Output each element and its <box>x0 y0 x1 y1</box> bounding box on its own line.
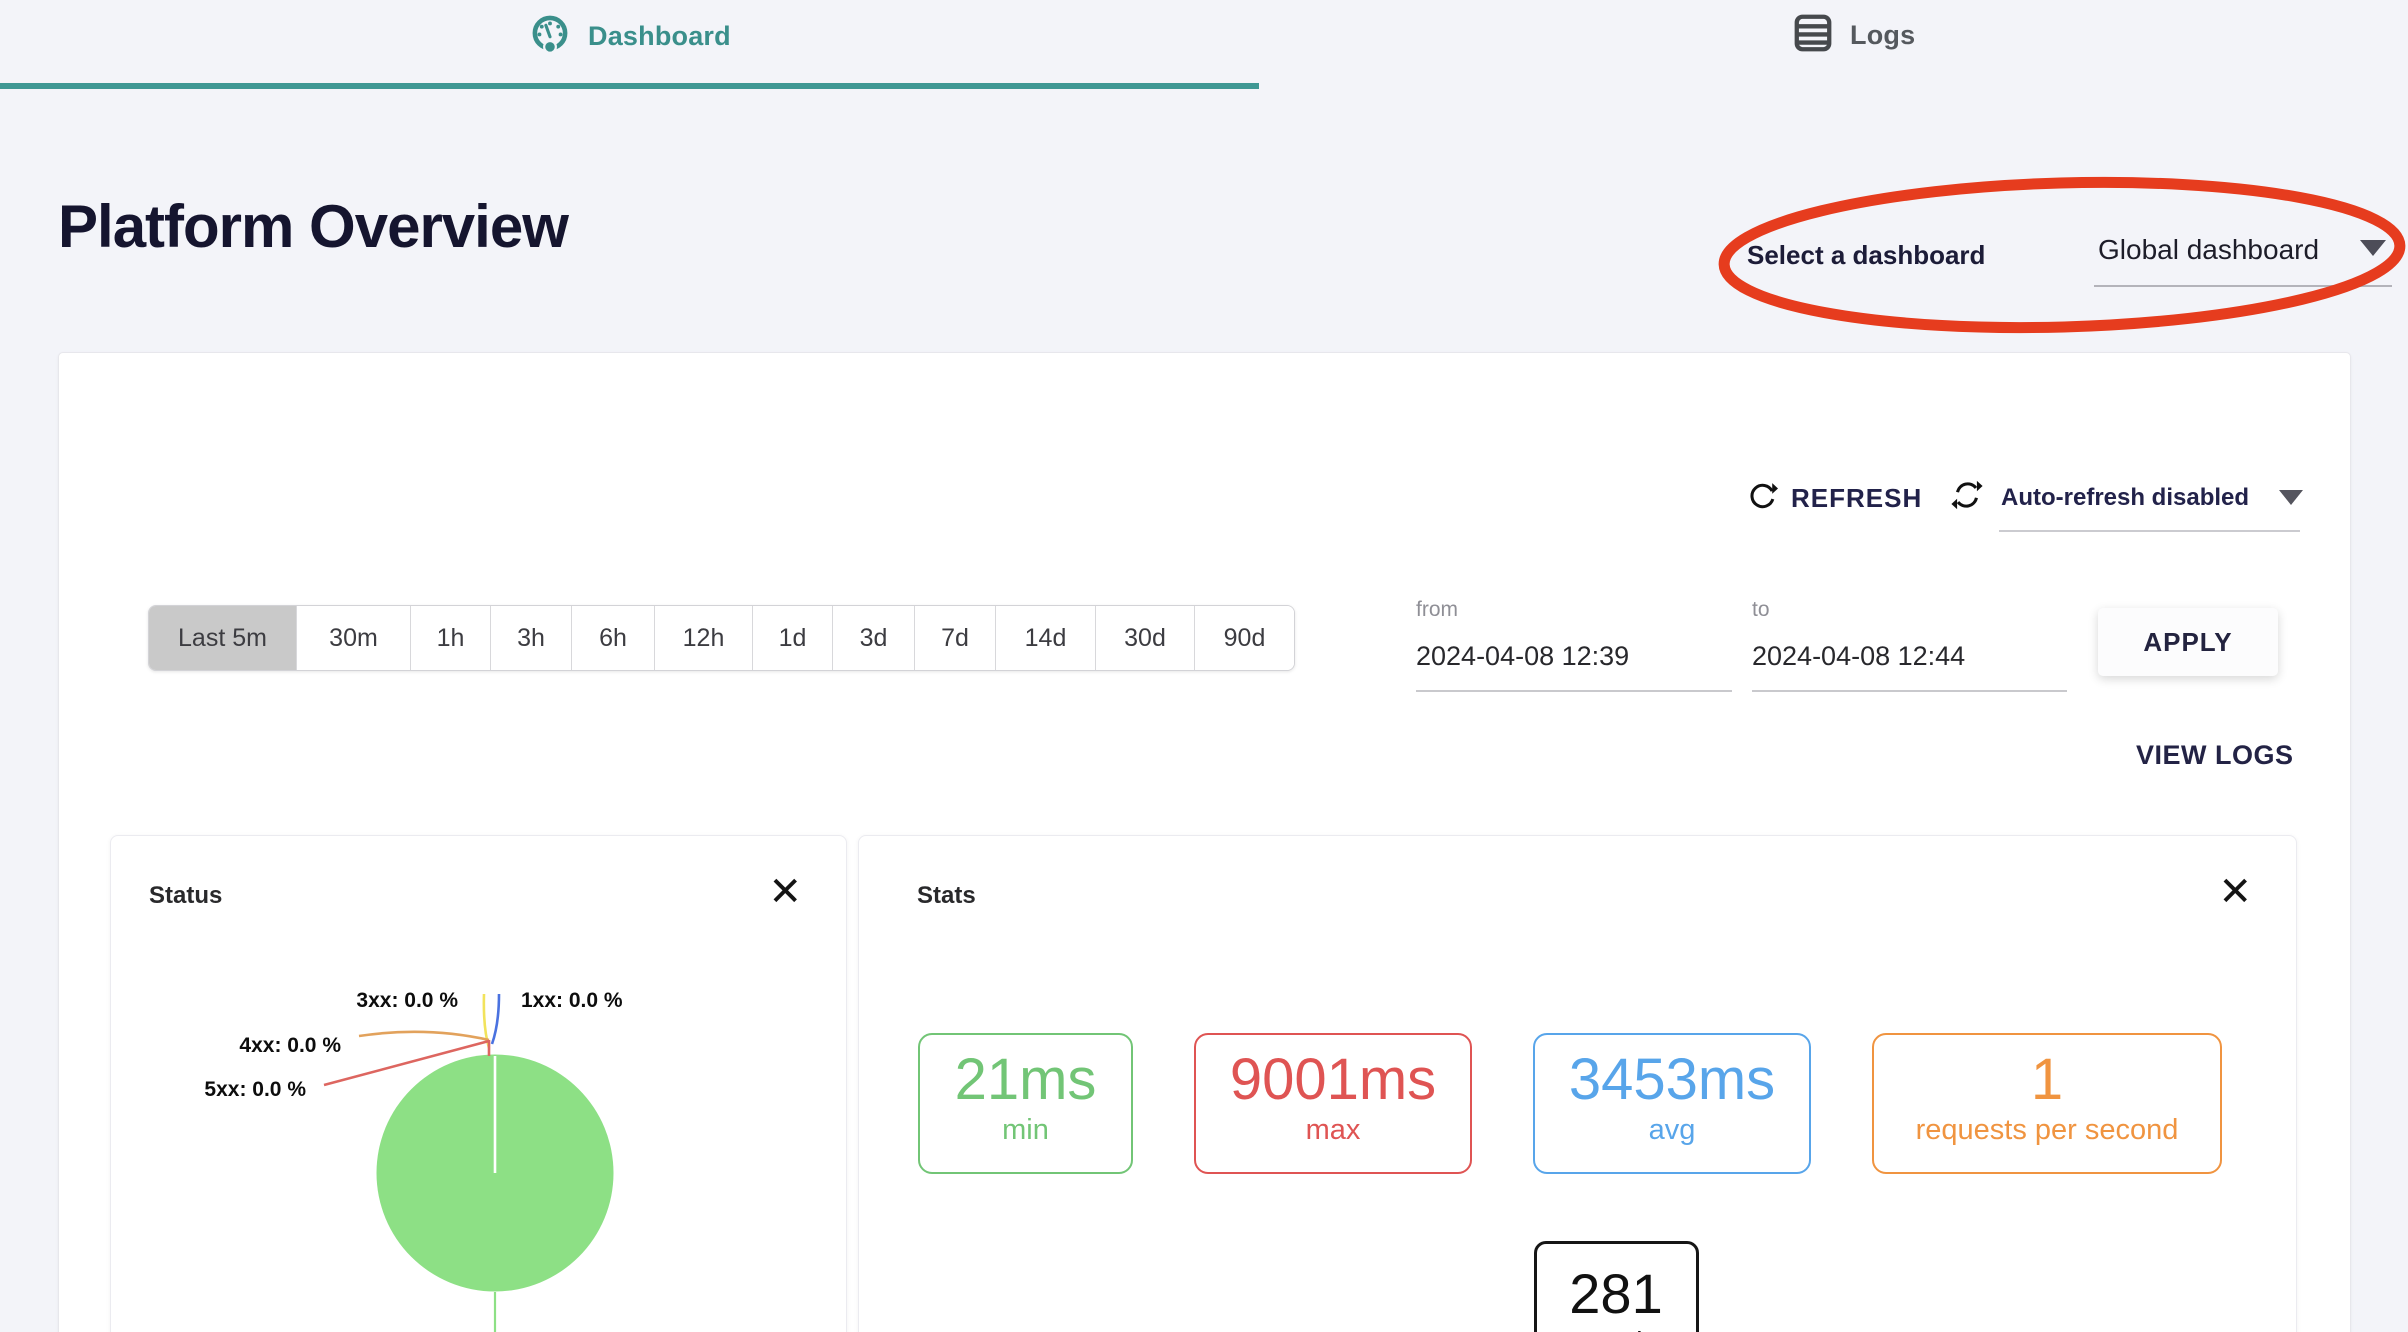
pie-label-3xx: 3xx: 0.0 % <box>356 989 458 1012</box>
view-logs-link[interactable]: VIEW LOGS <box>2136 740 2294 771</box>
auto-refresh-icon <box>1950 478 1984 517</box>
pie-label-line-4xx <box>359 1032 489 1040</box>
refresh-icon <box>1746 480 1778 517</box>
to-label: to <box>1752 598 2067 622</box>
pie-label-line-1xx <box>492 994 499 1044</box>
range-button-1h[interactable]: 1h <box>411 606 491 670</box>
status-pie-chart: 3xx: 0.0 % 1xx: 0.0 % 4xx: 0.0 % 5xx: 0.… <box>111 836 848 1332</box>
range-button-30m[interactable]: 30m <box>297 606 411 670</box>
status-card: Status ✕ 3xx: 0.0 % 1xx: 0.0 % 4xx: 0.0 … <box>110 835 847 1332</box>
from-value[interactable]: 2024-04-08 12:39 <box>1416 640 1732 672</box>
auto-refresh-select[interactable]: Auto-refresh disabled <box>1950 478 2303 517</box>
pie-label-4xx: 4xx: 0.0 % <box>239 1034 341 1057</box>
tab-dashboard-label: Dashboard <box>588 21 731 52</box>
total-label: total <box>1537 1326 1696 1332</box>
refresh-label: REFRESH <box>1791 483 1922 514</box>
stats-card: Stats ✕ 21msmin 9001msmax 3453msavg 1reques… <box>858 835 2297 1332</box>
time-range-group: Last 5m30m1h3h6h12h1d3d7d14d30d90d <box>148 605 1295 671</box>
stat-box-avg: 3453msavg <box>1533 1033 1811 1174</box>
stat-box-min: 21msmin <box>918 1033 1133 1174</box>
active-tab-indicator <box>0 83 1259 89</box>
stat-box-requests-per-second: 1requests per second <box>1872 1033 2222 1174</box>
stat-boxes: 21msmin 9001msmax 3453msavg 1requests per s… <box>918 1033 2222 1174</box>
range-button-14d[interactable]: 14d <box>996 606 1096 670</box>
tab-bar: Dashboard Logs <box>0 0 2408 90</box>
pie-label-5xx: 5xx: 0.0 % <box>204 1078 306 1101</box>
pie-label-1xx: 1xx: 0.0 % <box>521 989 623 1012</box>
stats-card-title: Stats <box>917 882 976 910</box>
screen: Dashboard Logs Platform Overview Select … <box>0 0 2408 1332</box>
chevron-down-icon <box>2279 490 2303 505</box>
from-label: from <box>1416 598 1732 622</box>
range-button-12h[interactable]: 12h <box>655 606 753 670</box>
stat-box-total: 281 total <box>1534 1241 1699 1332</box>
auto-refresh-label: Auto-refresh disabled <box>2001 484 2249 512</box>
range-button-last-5m[interactable]: Last 5m <box>149 606 297 670</box>
range-button-90d[interactable]: 90d <box>1195 606 1294 670</box>
logs-icon <box>1792 12 1834 59</box>
refresh-button[interactable]: REFRESH <box>1746 480 1922 517</box>
dashboard-select[interactable]: Global dashboard <box>2098 234 2392 266</box>
dashboard-select-value: Global dashboard <box>2098 234 2319 265</box>
page-title: Platform Overview <box>58 192 568 261</box>
dashboard-select-label: Select a dashboard <box>1747 240 1985 271</box>
tab-logs[interactable]: Logs <box>1792 12 1915 59</box>
from-date-field[interactable]: from 2024-04-08 12:39 <box>1416 598 1732 692</box>
chevron-down-icon <box>2360 240 2386 256</box>
range-button-7d[interactable]: 7d <box>915 606 996 670</box>
tab-logs-label: Logs <box>1850 20 1915 51</box>
auto-refresh-underline <box>1999 530 2300 532</box>
dashboard-select-underline <box>2094 285 2392 287</box>
range-button-3h[interactable]: 3h <box>491 606 572 670</box>
tab-dashboard[interactable]: Dashboard <box>528 12 731 61</box>
range-button-30d[interactable]: 30d <box>1096 606 1195 670</box>
apply-button[interactable]: APPLY <box>2098 608 2278 676</box>
total-value: 281 <box>1537 1264 1696 1324</box>
range-button-1d[interactable]: 1d <box>753 606 833 670</box>
close-icon[interactable]: ✕ <box>2218 872 2252 912</box>
range-button-3d[interactable]: 3d <box>833 606 915 670</box>
to-value[interactable]: 2024-04-08 12:44 <box>1752 640 2067 672</box>
to-date-field[interactable]: to 2024-04-08 12:44 <box>1752 598 2067 692</box>
stat-box-max: 9001msmax <box>1194 1033 1472 1174</box>
range-button-6h[interactable]: 6h <box>572 606 655 670</box>
gauge-icon <box>528 12 572 61</box>
